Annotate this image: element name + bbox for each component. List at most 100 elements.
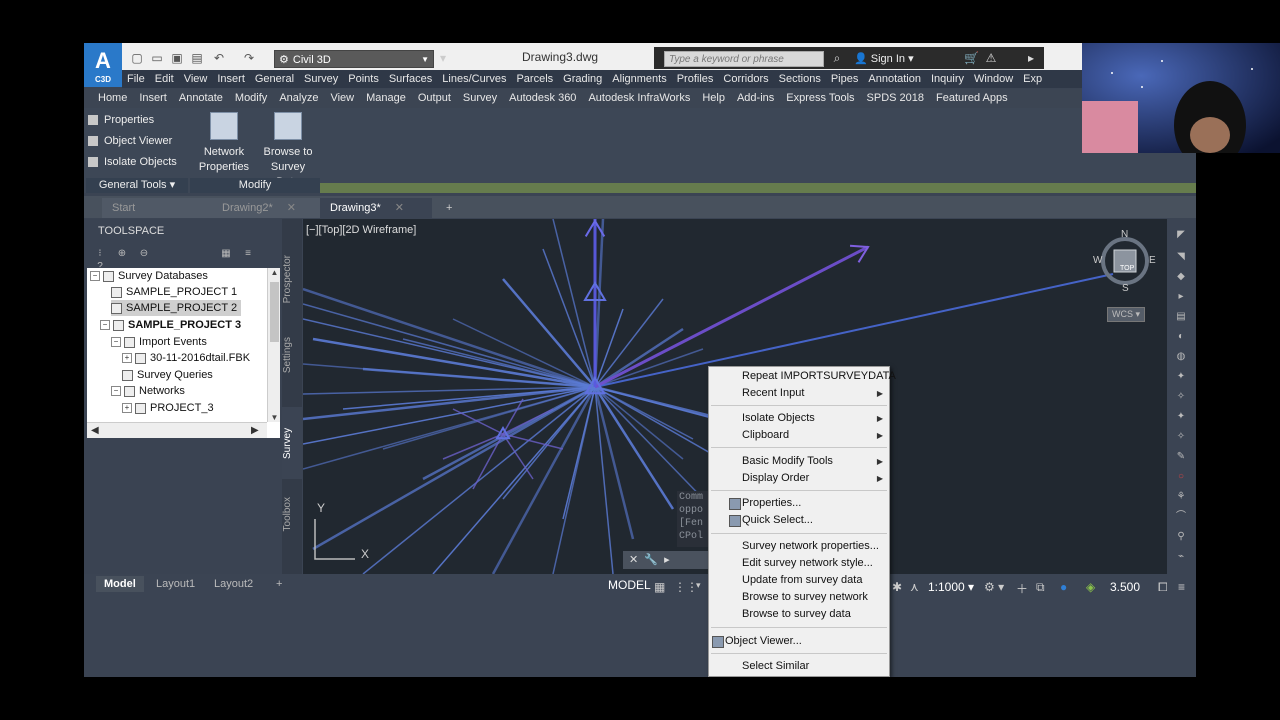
add-layout-button[interactable]: + — [268, 576, 290, 592]
menu-item-object-viewer[interactable]: Object Viewer... — [709, 633, 889, 650]
tab-infraworks[interactable]: Autodesk InfraWorks — [582, 89, 696, 108]
menu-express[interactable]: Exp — [1018, 70, 1047, 88]
tab-add-ins[interactable]: Add-ins — [731, 89, 780, 108]
viewport-controls-label[interactable]: [−][Top][2D Wireframe] — [306, 224, 416, 236]
menu-item-properties[interactable]: Properties... — [709, 495, 889, 512]
close-icon[interactable]: ✕ — [629, 554, 638, 566]
menu-item-clipboard[interactable]: Clipboard ▶ — [709, 427, 889, 444]
tab-output[interactable]: Output — [412, 89, 457, 108]
menu-profiles[interactable]: Profiles — [672, 70, 719, 88]
tab-prospector[interactable]: Prospector — [282, 249, 302, 309]
snap-icon[interactable]: ⋮⋮ — [674, 580, 698, 594]
object-viewer-button[interactable]: Object Viewer — [88, 131, 188, 152]
item-view-icon[interactable]: ▦ — [220, 248, 232, 260]
tab-autodesk-360[interactable]: Autodesk 360 — [503, 89, 582, 108]
menu-view[interactable]: View — [179, 70, 213, 88]
cart-icon[interactable]: 🛒 — [964, 51, 979, 65]
collapse-icon[interactable]: − — [111, 386, 121, 397]
fullscreen-icon[interactable]: ⧠ — [1158, 580, 1168, 595]
workspace-dropdown[interactable]: ⚙ Civil 3D ▼ — [274, 50, 434, 68]
new-file-icon[interactable]: ▢ — [130, 51, 144, 65]
close-icon[interactable]: ✕ — [395, 202, 404, 214]
menu-general[interactable]: General — [250, 70, 299, 88]
collapse-icon[interactable]: − — [111, 337, 121, 348]
tab-survey[interactable]: Survey — [457, 89, 503, 108]
menu-item-update-from-survey-data[interactable]: Update from survey data — [709, 572, 889, 589]
menu-item-select-similar[interactable]: Select Similar — [709, 658, 889, 675]
nav-tool-icon[interactable]: ⌒ — [1175, 511, 1187, 523]
tree-node[interactable]: − Survey Databases — [90, 268, 208, 284]
more-icon[interactable]: ▸ — [1024, 51, 1038, 65]
menu-item-basic-modify-tools[interactable]: Basic Modify Tools ▶ — [709, 453, 889, 470]
tree-node[interactable]: Survey Queries — [122, 367, 213, 383]
tab-featured-apps[interactable]: Featured Apps — [930, 89, 1014, 108]
tree-node[interactable]: − Networks — [111, 383, 185, 399]
tab-layout2[interactable]: Layout2 — [206, 576, 261, 592]
isolate-icon[interactable]: ⧉ — [1036, 580, 1045, 595]
save-icon[interactable]: ▣ — [170, 51, 184, 65]
menu-item-browse-to-survey-network[interactable]: Browse to survey network — [709, 589, 889, 606]
tab-layout1[interactable]: Layout1 — [148, 576, 203, 592]
wcs-menu[interactable]: WCS ▾ — [1107, 307, 1146, 322]
nav-tool-icon[interactable]: ✧ — [1175, 431, 1187, 443]
wrench-icon[interactable]: 🔧 — [644, 554, 658, 566]
general-tools-caption[interactable]: General Tools ▾ — [86, 178, 188, 193]
menu-pipes[interactable]: Pipes — [826, 70, 864, 88]
menu-annotation[interactable]: Annotation — [863, 70, 926, 88]
nav-tool-icon[interactable]: ◆ — [1175, 271, 1187, 283]
nav-tool-icon[interactable]: ◥ — [1175, 251, 1187, 263]
new-tab-button[interactable]: + — [436, 198, 464, 218]
print-icon[interactable]: ▤ — [190, 51, 204, 65]
plus-icon[interactable]: ＋ — [1016, 580, 1028, 597]
nav-tool-icon[interactable]: ▤ — [1175, 311, 1187, 323]
menu-item-browse-to-survey-data[interactable]: Browse to survey data — [709, 606, 889, 623]
grid-icon[interactable]: ▦ — [654, 580, 665, 594]
expand-icon[interactable]: + — [122, 353, 132, 364]
redo-icon[interactable]: ↷ — [242, 51, 256, 65]
nav-tool-icon[interactable]: ⚲ — [1175, 531, 1187, 543]
tab-manage[interactable]: Manage — [360, 89, 412, 108]
tab-home[interactable]: Home — [92, 89, 133, 108]
tab-start[interactable]: Start — [102, 198, 222, 218]
tree-node[interactable]: +30-11-2016dtail.FBK — [122, 350, 250, 366]
menu-inquiry[interactable]: Inquiry — [926, 70, 969, 88]
nav-tool-icon[interactable]: ◐ — [1175, 331, 1187, 343]
model-space-button[interactable]: MODEL — [608, 578, 651, 592]
menu-parcels[interactable]: Parcels — [511, 70, 558, 88]
tab-drawing3[interactable]: Drawing3* ✕ — [320, 198, 432, 218]
scrollbar-thumb[interactable] — [270, 282, 279, 342]
menu-item-edit-survey-network-style[interactable]: Edit survey network style... — [709, 555, 889, 572]
network-properties-button[interactable]: Network Properties — [194, 112, 254, 175]
tree-node[interactable]: SAMPLE_PROJECT 2 — [111, 300, 242, 316]
tree-node[interactable]: − SAMPLE_PROJECT 3 — [100, 317, 241, 333]
menu-item-quick-select[interactable]: Quick Select... — [709, 512, 889, 529]
scroll-down-icon[interactable]: ▼ — [268, 413, 280, 422]
menu-sections[interactable]: Sections — [774, 70, 826, 88]
tab-spds-2018[interactable]: SPDS 2018 — [861, 89, 930, 108]
tab-help[interactable]: Help — [696, 89, 731, 108]
tab-analyze[interactable]: Analyze — [273, 89, 324, 108]
zoom-in-icon[interactable]: ⊕ — [116, 248, 128, 260]
scroll-up-icon[interactable]: ▲ — [268, 268, 280, 277]
tree-horizontal-scrollbar[interactable]: ◀ ▶ — [87, 422, 267, 438]
viewcube-top-label[interactable]: TOP — [1120, 265, 1134, 272]
menu-survey[interactable]: Survey — [299, 70, 343, 88]
menu-corridors[interactable]: Corridors — [718, 70, 773, 88]
search-input[interactable]: Type a keyword or phrase — [664, 51, 824, 67]
menu-edit[interactable]: Edit — [150, 70, 179, 88]
tree-vertical-scrollbar[interactable]: ▲ ▼ — [267, 268, 280, 422]
tab-model[interactable]: Model — [96, 576, 144, 592]
tab-express-tools[interactable]: Express Tools — [780, 89, 860, 108]
command-line[interactable]: ✕ 🔧 ▸ — [623, 551, 713, 569]
binoculars-icon[interactable]: ⌕ — [830, 51, 844, 65]
tree-node[interactable]: − Import Events — [111, 334, 207, 350]
status-value[interactable]: 3.500 — [1110, 580, 1140, 594]
autodesk-exchange-icon[interactable]: ⚠ — [984, 51, 998, 65]
annotation-scale[interactable]: 1:1000 ▾ — [928, 580, 974, 594]
tab-drawing2[interactable]: Drawing2* ✕ — [212, 198, 324, 218]
menu-item-survey-network-properties[interactable]: Survey network properties... — [709, 538, 889, 555]
layer-icon[interactable]: ◈ — [1086, 580, 1095, 594]
menu-item-display-order[interactable]: Display Order ▶ — [709, 470, 889, 487]
tree-node[interactable]: + PROJECT_3 — [122, 400, 214, 416]
tab-insert[interactable]: Insert — [133, 89, 173, 108]
